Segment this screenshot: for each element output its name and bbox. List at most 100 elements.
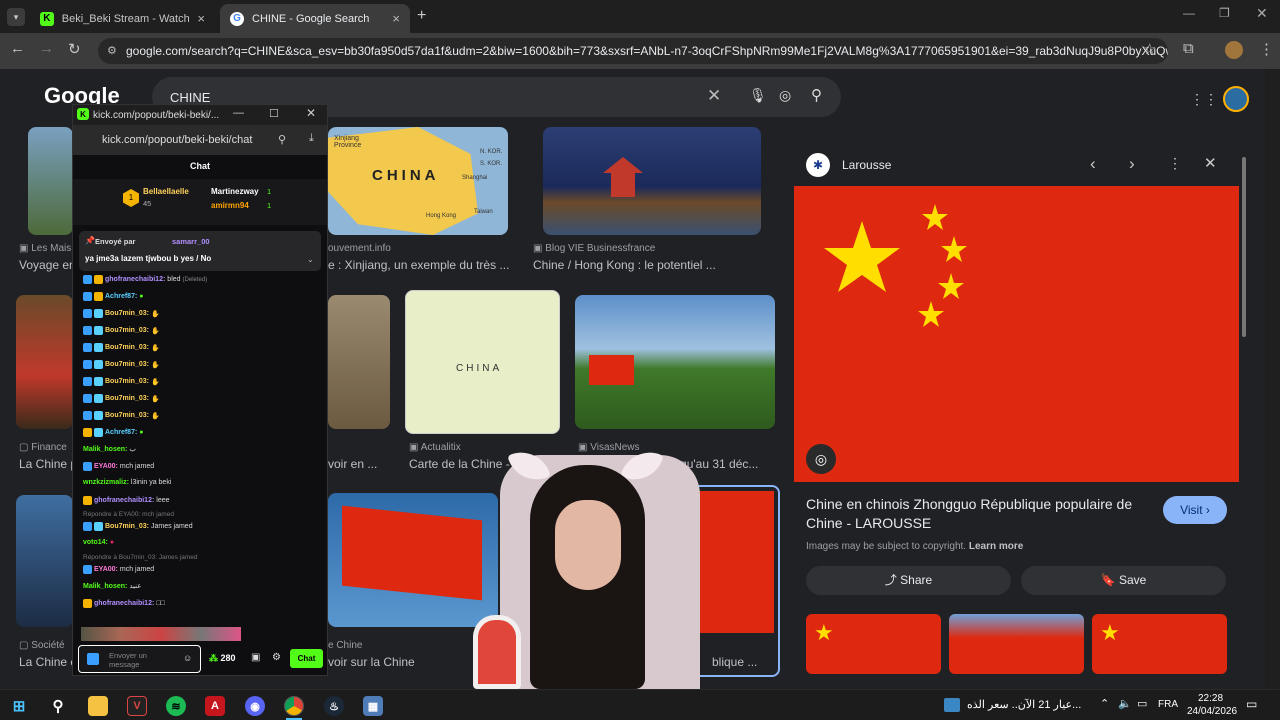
result-image-great-wall[interactable] (575, 295, 775, 429)
chat-input[interactable]: Envoyer un message ☺ (78, 645, 201, 673)
news-icon[interactable] (944, 698, 960, 712)
source-name[interactable]: Larousse (842, 158, 891, 172)
profile-avatar[interactable] (1225, 41, 1243, 59)
tab-search-icon[interactable]: ▾ (7, 8, 25, 26)
related-image[interactable]: ★ (1092, 614, 1227, 674)
download-icon[interactable]: ⤓ (309, 132, 314, 145)
related-image[interactable] (949, 614, 1084, 674)
result-caption[interactable]: voir en ... (328, 457, 377, 471)
lens-icon[interactable]: ◎ (779, 87, 791, 104)
result-caption[interactable]: voir sur la Chine (328, 655, 415, 669)
emote-bar[interactable] (81, 627, 241, 641)
close-icon[interactable]: × (392, 11, 400, 26)
search-input[interactable]: CHINE (170, 90, 210, 105)
map-label: CHINA (456, 363, 503, 374)
result-image-1[interactable] (28, 127, 73, 235)
windows-start-icon[interactable]: ⊞ (9, 696, 29, 716)
menu-dots-icon[interactable]: ⋮ (1259, 40, 1274, 58)
forward-button[interactable]: → (39, 40, 54, 57)
lens-search-icon[interactable]: ◎ (806, 444, 836, 474)
tab-kick-stream[interactable]: K Beki_Beki Stream - Watch Live o × (30, 4, 215, 33)
result-caption[interactable]: Chine / Hong Kong : le potentiel ... (533, 258, 716, 272)
next-arrow-icon[interactable]: › (1129, 154, 1135, 174)
mic-icon[interactable]: 🎙 (749, 87, 767, 104)
news-widget-text[interactable]: عيار 21 الآن.. سعر الذه... (967, 698, 1081, 711)
capcut-icon[interactable]: V (127, 696, 147, 716)
gift-icon[interactable]: ▣ (251, 652, 260, 663)
volume-icon[interactable]: 🔈 (1118, 697, 1132, 710)
spotify-icon[interactable]: ≋ (166, 696, 186, 716)
result-image-xinjiang-map[interactable]: CHINA Xinjiang Province N. KOR. S. KOR. … (328, 127, 508, 235)
result-caption[interactable]: La Chine e (19, 655, 77, 669)
reload-button[interactable]: ↻ (68, 40, 81, 58)
learn-more-link[interactable]: Learn more (969, 541, 1023, 552)
reply-context: Répondre à Bou7min_03: James jamed (83, 554, 198, 561)
close-window-button[interactable]: ✕ (1256, 5, 1268, 22)
network-icon[interactable]: ▭ (1137, 697, 1147, 710)
chrome-icon[interactable] (284, 696, 304, 716)
app-icon[interactable]: ▦ (363, 696, 383, 716)
restore-button[interactable]: ❐ (1219, 6, 1230, 20)
result-caption[interactable]: blique ... (712, 655, 757, 669)
acrobat-icon[interactable]: A (205, 696, 225, 716)
popout-url[interactable]: kick.com/popout/beki-beki/chat (102, 134, 252, 146)
zoom-icon[interactable]: ⚲ (278, 133, 286, 146)
apps-grid-icon[interactable]: ⋮⋮ (1190, 91, 1218, 108)
image-preview-panel: ✱ Larousse ‹ › ⋮ ✕ ◎ Chine en chinois Zh… (792, 143, 1247, 689)
expand-icon[interactable]: ⌄ (307, 255, 314, 264)
emoji-icon[interactable]: ☺ (183, 653, 192, 663)
maximize-button[interactable]: ☐ (269, 107, 279, 120)
clock-time[interactable]: 22:28 (1198, 693, 1223, 704)
result-image-4[interactable] (16, 295, 73, 429)
steam-icon[interactable]: ♨ (324, 696, 344, 716)
flag-preview-image[interactable]: ◎ (794, 186, 1239, 482)
chat-message: Achref87: ● (83, 292, 144, 301)
pinned-message[interactable]: 📌 Envoyé par samarr_00 ya jme3a lazem tj… (79, 231, 321, 271)
close-panel-icon[interactable]: ✕ (1204, 154, 1217, 172)
result-caption[interactable]: Voyage en (19, 258, 76, 272)
result-image-china-map[interactable]: CHINA (405, 290, 560, 434)
address-bar[interactable]: ⚙ google.com/search?q=CHINE&sca_esv=bb30… (98, 38, 1168, 64)
search-icon[interactable]: ⚲ (811, 86, 822, 104)
back-button[interactable]: ← (10, 40, 25, 57)
more-options-icon[interactable]: ⋮ (1168, 155, 1182, 172)
send-chat-button[interactable]: Chat (290, 649, 323, 668)
result-caption[interactable]: La Chine p (19, 457, 77, 471)
pinned-by-user[interactable]: samarr_00 (172, 237, 210, 246)
user-badge-icon (87, 653, 99, 665)
file-explorer-icon[interactable] (88, 696, 108, 716)
search-icon[interactable]: ⚲ (48, 696, 68, 716)
language-indicator[interactable]: FRA (1158, 699, 1178, 710)
clock-date[interactable]: 24/04/2026 (1187, 706, 1237, 717)
minimize-button[interactable]: — (233, 107, 244, 119)
new-tab-button[interactable]: + (417, 7, 426, 25)
bookmark-star-icon[interactable]: ☆ (1143, 40, 1156, 58)
result-caption[interactable]: e : Xinjiang, un exemple du très ... (328, 258, 509, 272)
account-avatar[interactable] (1223, 86, 1249, 112)
extensions-icon[interactable]: ⧉ (1183, 40, 1194, 57)
share-button[interactable]: ⤴ Share (806, 566, 1011, 595)
points-counter[interactable]: ⁂ 280 (209, 653, 236, 664)
kick-logo-icon: K (40, 11, 54, 26)
discord-icon[interactable]: ◉ (245, 696, 265, 716)
chat-message: Bou7min_03: ✋ (83, 343, 160, 352)
popout-titlebar: K kick.com/popout/beki-beki/... — ☐ ✕ (73, 105, 327, 125)
tab-google-search[interactable]: G CHINE - Google Search × (220, 4, 410, 33)
visit-button[interactable]: Visit › (1163, 496, 1227, 524)
panel-scrollbar[interactable] (1242, 157, 1246, 337)
settings-icon[interactable]: ⚙ (272, 652, 281, 663)
tray-chevron-icon[interactable]: ⌃ (1100, 697, 1109, 710)
save-button[interactable]: 🔖 Save (1021, 566, 1226, 595)
related-image[interactable]: ★ (806, 614, 941, 674)
notification-icon[interactable]: ▭ (1246, 697, 1257, 711)
clear-icon[interactable]: ✕ (707, 86, 721, 106)
prev-arrow-icon[interactable]: ‹ (1090, 154, 1096, 174)
result-image-5[interactable] (328, 295, 390, 429)
close-button[interactable]: ✕ (306, 106, 316, 120)
close-icon[interactable]: × (197, 11, 205, 26)
result-image-city[interactable] (543, 127, 761, 235)
site-info-icon[interactable]: ⚙ (107, 44, 117, 57)
result-image-7[interactable] (16, 495, 73, 627)
preview-title[interactable]: Chine en chinois Zhongguo République pop… (806, 495, 1156, 533)
minimize-button[interactable]: — (1183, 6, 1195, 20)
